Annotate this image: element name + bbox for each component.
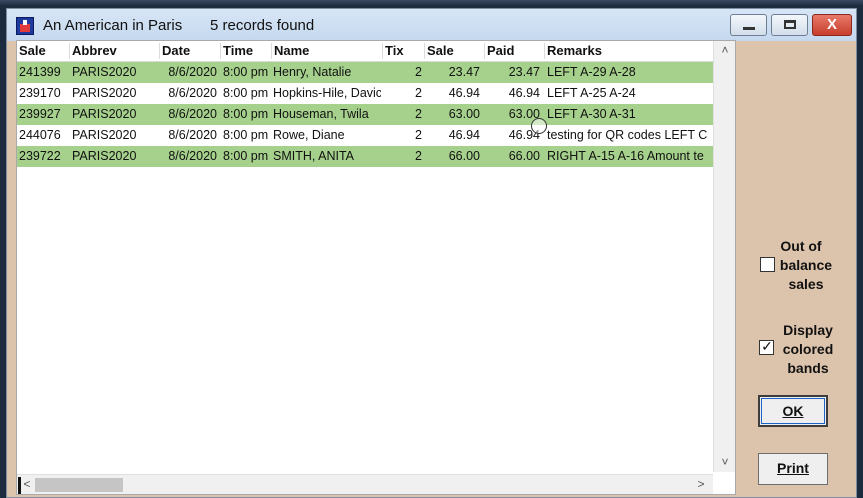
out-of-balance-label-2: balance sales	[761, 256, 841, 294]
column-header-name[interactable]: Name	[271, 43, 382, 59]
out-of-balance-label: Out of	[761, 237, 841, 256]
cell-time: 8:00 pm	[223, 65, 269, 79]
scroll-down-arrow-icon[interactable]: ˅	[714, 455, 735, 469]
cell-name: Henry, Natalie	[273, 65, 352, 79]
close-icon: X	[826, 16, 837, 33]
cell-sale: 23.47	[448, 65, 480, 79]
cell-sale-id: 239722	[19, 149, 61, 163]
display-colored-bands-label-line: Display	[783, 322, 833, 338]
cell-date: 8/6/2020	[168, 65, 217, 79]
grid-header: Sale Abbrev Date Time Name Tix Sale Paid…	[17, 41, 713, 62]
cell-sale-id: 241399	[19, 65, 61, 79]
window-title: An American in Paris	[43, 17, 183, 34]
cell-sale-id: 239927	[19, 107, 61, 121]
vertical-scrollbar[interactable]: ˄ ˅	[713, 41, 735, 472]
cell-sale: 63.00	[448, 107, 480, 121]
cell-remarks: RIGHT A-15 A-16 Amount te	[547, 149, 704, 163]
cell-abbrev: PARIS2020	[72, 128, 137, 142]
table-row[interactable]: 244076 PARIS2020 8/6/2020 8:00 pm Rowe, Dian…	[17, 125, 713, 146]
records-count: 5 records found	[210, 17, 315, 34]
cell-paid: 66.00	[508, 149, 540, 163]
title-bar: An American in Paris 5 records found X	[7, 9, 856, 41]
cell-remarks: LEFT A-25 A-24	[547, 86, 636, 100]
cell-abbrev: PARIS2020	[72, 107, 137, 121]
app-icon	[16, 17, 34, 35]
cell-remarks: LEFT A-30 A-31	[547, 107, 636, 121]
cell-paid: 63.00	[508, 107, 540, 121]
minimize-button[interactable]	[730, 14, 767, 36]
cell-time: 8:00 pm	[223, 149, 269, 163]
cell-date: 8/6/2020	[168, 86, 217, 100]
cell-remarks: LEFT A-29 A-28	[547, 65, 636, 79]
column-header-tix[interactable]: Tix	[382, 43, 424, 59]
column-header-date[interactable]: Date	[159, 43, 220, 59]
cell-tix: 2	[415, 149, 422, 163]
close-button[interactable]: X	[812, 14, 852, 36]
minimize-icon	[743, 27, 755, 30]
busy-cursor-icon	[531, 118, 547, 134]
scroll-up-arrow-icon[interactable]: ˄	[714, 43, 735, 57]
column-header-paid[interactable]: Paid	[484, 43, 544, 59]
cell-sale-id: 239170	[19, 86, 61, 100]
cell-abbrev: PARIS2020	[72, 86, 137, 100]
display-colored-bands-label-line: bands	[787, 360, 829, 376]
display-colored-bands-label-line: colored	[782, 341, 834, 357]
cell-name: SMITH, ANITA	[273, 149, 355, 163]
print-button[interactable]: Print	[758, 453, 828, 485]
cell-sale-id: 244076	[19, 128, 61, 142]
cell-abbrev: PARIS2020	[72, 149, 137, 163]
maximize-icon	[784, 20, 796, 29]
column-header-remarks[interactable]: Remarks	[544, 43, 713, 59]
display-colored-bands-label: Display colored bands	[763, 321, 843, 378]
cell-tix: 2	[415, 128, 422, 142]
ok-button[interactable]: OK	[758, 395, 828, 427]
cell-paid: 46.94	[508, 86, 540, 100]
cell-time: 8:00 pm	[223, 86, 269, 100]
cell-sale: 46.94	[448, 128, 480, 142]
cell-name: Hopkins-Hile, Davic	[273, 86, 381, 100]
cell-tix: 2	[415, 86, 422, 100]
cell-time: 8:00 pm	[223, 128, 269, 142]
cell-paid: 23.47	[508, 65, 540, 79]
cell-time: 8:00 pm	[223, 107, 269, 121]
cell-tix: 2	[415, 65, 422, 79]
out-of-balance-label-line: Out of	[780, 238, 822, 254]
maximize-button[interactable]	[771, 14, 808, 36]
horizontal-scroll-thumb[interactable]	[35, 478, 123, 492]
horizontal-scrollbar[interactable]: < >	[17, 474, 713, 494]
cell-date: 8/6/2020	[168, 107, 217, 121]
out-of-balance-label-line: balance	[779, 257, 833, 273]
cell-abbrev: PARIS2020	[72, 65, 137, 79]
column-header-abbrev[interactable]: Abbrev	[69, 43, 159, 59]
records-grid[interactable]: Sale Abbrev Date Time Name Tix Sale Paid…	[16, 40, 736, 495]
scroll-right-arrow-icon[interactable]: >	[695, 477, 707, 491]
cell-sale: 66.00	[448, 149, 480, 163]
column-header-sale-id[interactable]: Sale	[17, 43, 69, 59]
cell-remarks: testing for QR codes LEFT C	[547, 128, 708, 142]
table-row[interactable]: 239722 PARIS2020 8/6/2020 8:00 pm SMITH, ANI…	[17, 146, 713, 167]
background-strip	[0, 0, 863, 6]
cell-tix: 2	[415, 107, 422, 121]
table-row[interactable]: 239170 PARIS2020 8/6/2020 8:00 pm Hopkins-Hi…	[17, 83, 713, 104]
column-header-time[interactable]: Time	[220, 43, 271, 59]
display-colored-bands-check-icon: ✓	[761, 338, 773, 354]
scroll-left-arrow-icon[interactable]: <	[21, 477, 33, 491]
display-colored-bands-checkbox[interactable]: ✓	[759, 338, 774, 355]
table-row[interactable]: 241399 PARIS2020 8/6/2020 8:00 pm Henry, Nat…	[17, 62, 713, 83]
column-header-sale-amount[interactable]: Sale	[424, 43, 484, 59]
table-row[interactable]: 239927 PARIS2020 8/6/2020 8:00 pm Houseman, …	[17, 104, 713, 125]
cell-date: 8/6/2020	[168, 128, 217, 142]
cell-name: Houseman, Twila	[273, 107, 369, 121]
cell-sale: 46.94	[448, 86, 480, 100]
records-window: An American in Paris 5 records found X S…	[6, 8, 857, 498]
out-of-balance-label-line: sales	[788, 276, 824, 292]
cell-name: Rowe, Diane	[273, 128, 345, 142]
cell-date: 8/6/2020	[168, 149, 217, 163]
